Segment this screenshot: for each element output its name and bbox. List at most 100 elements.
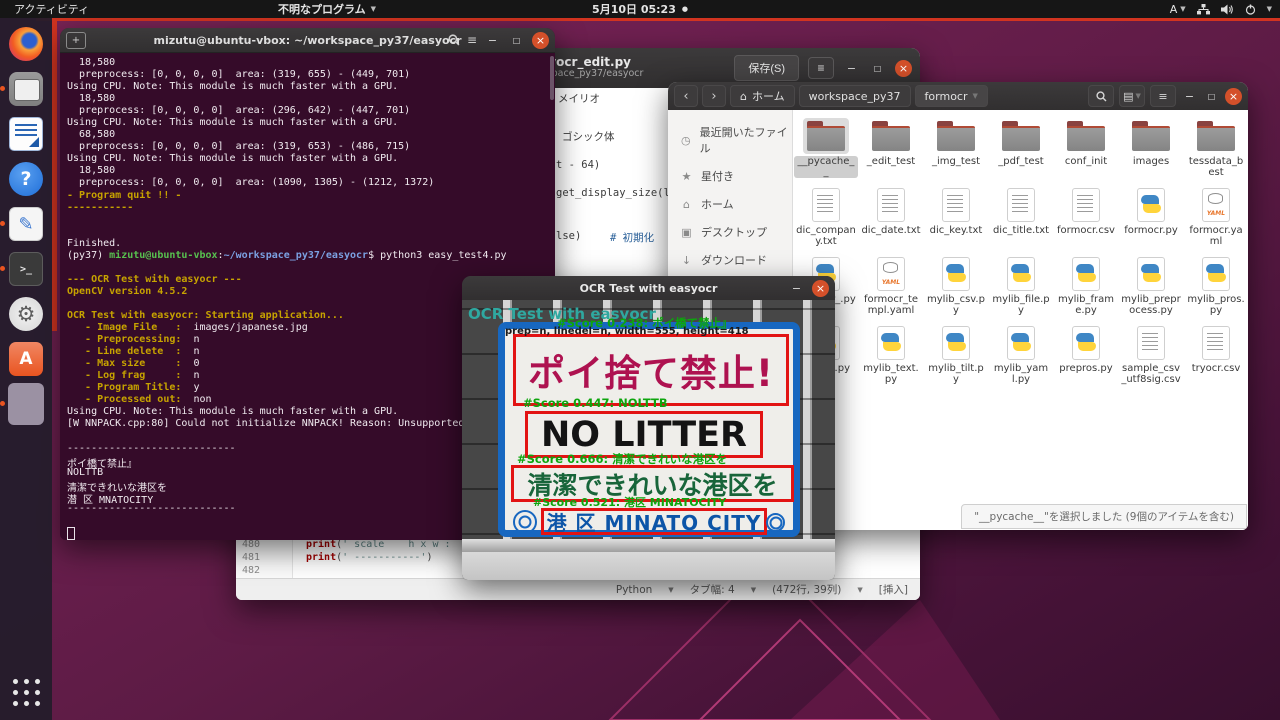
file-item[interactable]: sample_csv_utf8sig.csv	[1119, 325, 1183, 385]
terminal-line: 68,580	[67, 129, 555, 141]
file-manager-minimize-button[interactable]: −	[1181, 88, 1198, 105]
terminal-line: 18,580	[67, 93, 555, 105]
file-item[interactable]: mylib_frame.py	[1054, 256, 1118, 316]
search-icon	[1096, 91, 1107, 102]
file-item[interactable]: mylib_pros.py	[1184, 256, 1248, 316]
file-item[interactable]: mylib_yaml.py	[989, 325, 1053, 385]
new-tab-button[interactable]: +	[66, 32, 86, 49]
sidebar-item[interactable]: ◷最近開いたファイル	[668, 118, 792, 162]
file-item[interactable]: YAMLformocr.yaml	[1184, 187, 1248, 247]
file-item-label: dic_title.txt	[991, 225, 1051, 236]
dock-item-settings[interactable]: ⚙	[8, 296, 44, 332]
file-manager-close-button[interactable]: ×	[1225, 88, 1242, 105]
editor-tab-width[interactable]: タブ幅: 4	[690, 582, 735, 597]
file-item-label: formocr.py	[1122, 225, 1180, 236]
dock-item-firefox[interactable]	[8, 26, 44, 62]
file-item[interactable]: mylib_csv.py	[924, 256, 988, 316]
file-item-label: formocr.csv	[1055, 225, 1117, 236]
file-item[interactable]: mylib_file.py	[989, 256, 1053, 316]
file-item[interactable]: dic_key.txt	[924, 187, 988, 247]
file-item[interactable]: formocr.csv	[1054, 187, 1118, 247]
file-item[interactable]: mylib_tilt.py	[924, 325, 988, 385]
app-menu[interactable]: 不明なプログラム ▼	[278, 1, 376, 17]
sidebar-item-label: ダウンロード	[701, 252, 767, 268]
file-item[interactable]: tryocr.csv	[1184, 325, 1248, 385]
back-button[interactable]: ‹	[674, 85, 698, 107]
sidebar-item[interactable]: ↓ダウンロード	[668, 246, 792, 274]
input-source-indicator[interactable]: A ▼	[1170, 3, 1186, 16]
dock-item-writer[interactable]	[8, 116, 44, 152]
file-item[interactable]: mylib_preprocess.py	[1119, 256, 1183, 316]
dock-item-apps[interactable]	[8, 674, 44, 710]
dock-item-appwin[interactable]	[8, 386, 44, 422]
ocr-close-button[interactable]: ×	[812, 280, 829, 297]
file-item[interactable]: dic_company.txt	[794, 187, 858, 247]
folder-icon	[807, 121, 845, 151]
terminal-line: - Program quit !! -	[67, 190, 555, 202]
terminal-close-button[interactable]: ×	[532, 32, 549, 49]
notes-icon: ✎	[9, 207, 43, 241]
file-item[interactable]: prepros.py	[1054, 325, 1118, 385]
sidebar-item[interactable]: ▣デスクトップ	[668, 218, 792, 246]
file-item[interactable]: formocr.py	[1119, 187, 1183, 247]
dock-item-software[interactable]: A	[8, 341, 44, 377]
editor-menu-button[interactable]: ≡	[808, 57, 834, 79]
terminal-line: preprocess: [0, 0, 0, 0] area: (296, 642…	[67, 105, 555, 117]
overlay-score-2: #Score 0.666: 清潔できれいな港区を	[517, 451, 727, 467]
dock-item-terminal[interactable]: >_	[8, 251, 44, 287]
editor-maximize-button[interactable]: □	[869, 60, 886, 77]
bbox-line4: 港 区 MINATO CITY	[541, 508, 767, 535]
ocr-minimize-button[interactable]: −	[788, 280, 805, 297]
file-item[interactable]: __pycache__	[794, 118, 858, 178]
file-manager-maximize-button[interactable]: □	[1203, 88, 1220, 105]
chevron-down-icon[interactable]: ▼	[1267, 5, 1272, 13]
sidebar-item[interactable]: ⌂ホーム	[668, 190, 792, 218]
editor-minimize-button[interactable]: −	[843, 60, 860, 77]
file-item[interactable]: conf_init	[1054, 118, 1118, 178]
editor-language-selector[interactable]: Python	[616, 584, 652, 596]
forward-button[interactable]: ›	[702, 85, 726, 107]
breadcrumb-workspace[interactable]: workspace_py37	[799, 85, 911, 107]
save-button[interactable]: 保存(S)	[734, 55, 799, 81]
dock-item-help[interactable]: ?	[8, 161, 44, 197]
running-indicator	[0, 266, 5, 271]
search-button[interactable]	[1088, 85, 1114, 107]
sidebar-item[interactable]: ★星付き	[668, 162, 792, 190]
breadcrumb-home[interactable]: ⌂ ホーム	[730, 85, 795, 107]
sidebar-item-label: 最近開いたファイル	[700, 124, 788, 156]
terminal-maximize-button[interactable]: □	[508, 32, 525, 49]
breadcrumb-formocr[interactable]: formocr ▼	[915, 85, 988, 107]
terminal-cursor	[67, 527, 75, 540]
file-item[interactable]: dic_date.txt	[859, 187, 923, 247]
editor-code-fragment: ゴシック体	[562, 129, 615, 144]
terminal-line: preprocess: [0, 0, 0, 0] area: (1090, 13…	[67, 177, 555, 189]
editor-insert-mode: [挿入]	[879, 582, 908, 597]
file-item-label: tryocr.csv	[1190, 363, 1243, 374]
activities-button[interactable]: アクティビティ	[14, 1, 89, 17]
view-toggle-button[interactable]: ▤ ▼	[1119, 85, 1145, 107]
clock[interactable]: 5月10日 05:23 ●	[592, 1, 688, 17]
dock: ? ✎ >_ ⚙ A	[0, 18, 52, 720]
file-item[interactable]: YAMLformocr_templ.yaml	[859, 256, 923, 316]
file-item[interactable]: images	[1119, 118, 1183, 178]
file-manager-menu-button[interactable]: ≡	[1150, 85, 1176, 107]
file-item[interactable]: _edit_test	[859, 118, 923, 178]
editor-close-button[interactable]: ×	[895, 60, 912, 77]
list-view-icon: ▤	[1123, 90, 1133, 103]
file-item-label: dic_company.txt	[794, 225, 858, 247]
file-item[interactable]: mylib_text.py	[859, 325, 923, 385]
file-item[interactable]: dic_title.txt	[989, 187, 1053, 247]
file-manager-headerbar: ‹ › ⌂ ホーム workspace_py37 formocr ▼ ▤ ▼	[668, 82, 1248, 111]
python-file-icon	[1137, 188, 1165, 222]
file-item[interactable]: _img_test	[924, 118, 988, 178]
terminal-minimize-button[interactable]: −	[484, 32, 501, 49]
file-item[interactable]: tessdata_best	[1184, 118, 1248, 178]
terminal-menu-button[interactable]: ≡	[467, 33, 477, 47]
apps-icon	[11, 677, 42, 708]
python-file-icon	[1007, 257, 1035, 291]
dock-item-notes[interactable]: ✎	[8, 206, 44, 242]
yaml-file-icon: YAML	[877, 257, 905, 291]
file-item[interactable]: _pdf_test	[989, 118, 1053, 178]
dock-item-files[interactable]	[8, 71, 44, 107]
terminal-line: 18,580	[67, 165, 555, 177]
